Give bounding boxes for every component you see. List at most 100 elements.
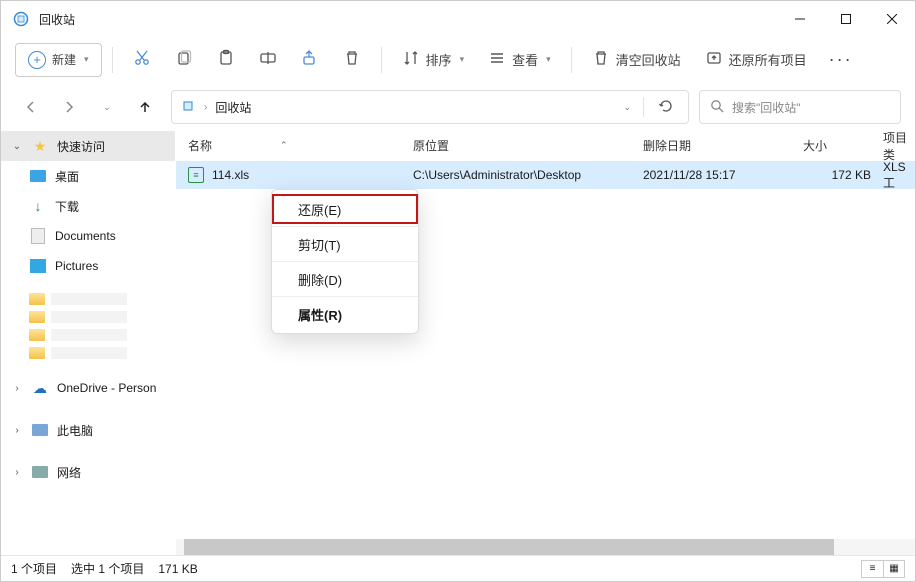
address-bar[interactable]: › 回收站 ⌄ <box>171 90 689 124</box>
breadcrumb-location[interactable]: 回收站 <box>215 99 615 116</box>
share-button[interactable] <box>291 43 329 77</box>
sidebar-pinned-item[interactable] <box>29 293 175 305</box>
overflow-button[interactable]: ··· <box>821 43 861 77</box>
rename-button[interactable] <box>249 43 287 77</box>
desktop-icon <box>29 170 47 182</box>
sort-button[interactable]: 排序 ▾ <box>392 43 475 77</box>
copy-button[interactable] <box>165 43 203 77</box>
file-size: 172 KB <box>803 168 883 182</box>
folder-icon <box>29 293 45 305</box>
collapse-icon[interactable]: ⌄ <box>11 141 23 152</box>
search-box[interactable]: 搜索"回收站" <box>699 90 901 124</box>
search-placeholder: 搜索"回收站" <box>732 99 801 116</box>
sidebar-item-this-pc[interactable]: › 此电脑 <box>1 415 175 445</box>
up-button[interactable] <box>129 91 161 123</box>
trash-icon <box>343 49 361 70</box>
sidebar-item-onedrive[interactable]: › ☁ OneDrive - Person <box>1 373 175 403</box>
folder-icon <box>29 329 45 341</box>
view-details-button[interactable]: ≡ <box>861 560 883 578</box>
sidebar-pinned-folders <box>1 293 175 359</box>
sidebar-label: Documents <box>55 229 116 243</box>
restore-icon <box>705 49 723 70</box>
restore-all-button[interactable]: 还原所有项目 <box>695 43 817 77</box>
recycle-bin-icon <box>13 11 29 27</box>
view-button[interactable]: 查看 ▾ <box>478 43 561 77</box>
paste-button[interactable] <box>207 43 245 77</box>
status-bar: 1 个项目 选中 1 个项目 171 KB ≡ ▦ <box>1 555 915 581</box>
refresh-button[interactable] <box>652 98 680 117</box>
sort-icon <box>402 49 420 70</box>
chevron-down-icon: ▾ <box>546 54 551 65</box>
sidebar-label: 此电脑 <box>57 422 93 439</box>
empty-label: 清空回收站 <box>616 50 681 69</box>
sidebar-item-network[interactable]: › 网络 <box>1 457 175 487</box>
download-icon: ↓ <box>29 198 47 214</box>
trash-icon <box>592 49 610 70</box>
back-button[interactable] <box>15 91 47 123</box>
toolbar: + 新建 ▾ 排序 ▾ 查看 ▾ 清空回收站 还原所有项目 ··· <box>1 37 915 83</box>
close-button[interactable] <box>869 1 915 37</box>
sidebar-item-documents[interactable]: Documents <box>1 221 175 251</box>
pc-icon <box>31 424 49 436</box>
breadcrumb-separator: › <box>204 102 207 113</box>
recycle-bin-icon <box>180 98 196 117</box>
delete-button[interactable] <box>333 43 371 77</box>
sidebar-item-pictures[interactable]: Pictures <box>1 251 175 281</box>
ctx-cut[interactable]: 剪切(T) <box>272 229 418 259</box>
sidebar-item-quick-access[interactable]: ⌄ ★ 快速访问 <box>1 131 175 161</box>
file-row[interactable]: ≡ 114.xls C:\Users\Administrator\Desktop… <box>176 161 915 189</box>
sidebar-pinned-item[interactable] <box>29 347 175 359</box>
sidebar-label: 桌面 <box>55 168 79 185</box>
file-orig: C:\Users\Administrator\Desktop <box>413 168 643 182</box>
column-header-date[interactable]: 删除日期 <box>643 137 803 154</box>
empty-recycle-bin-button[interactable]: 清空回收站 <box>582 43 691 77</box>
xls-icon: ≡ <box>188 167 204 183</box>
column-header-size[interactable]: 大小 <box>803 137 883 154</box>
column-header-orig[interactable]: 原位置 <box>413 137 643 154</box>
clipboard-icon <box>217 49 235 70</box>
folder-icon <box>29 311 45 323</box>
ctx-delete[interactable]: 删除(D) <box>272 264 418 294</box>
view-thumbnails-button[interactable]: ▦ <box>883 560 905 578</box>
network-icon <box>31 466 49 478</box>
context-menu: 还原(E) 剪切(T) 删除(D) 属性(R) <box>271 189 419 334</box>
copy-icon <box>175 49 193 70</box>
status-size: 171 KB <box>158 562 197 576</box>
more-icon: ··· <box>829 49 853 70</box>
folder-icon <box>29 347 45 359</box>
column-headers: 名称⌃ 原位置 删除日期 大小 项目类 <box>176 131 915 161</box>
new-label: 新建 <box>52 51 76 68</box>
chevron-down-icon[interactable]: ⌄ <box>623 102 631 113</box>
sort-label: 排序 <box>426 50 452 69</box>
expand-icon[interactable]: › <box>11 425 23 436</box>
forward-button[interactable] <box>53 91 85 123</box>
chevron-down-icon: ▾ <box>460 54 465 65</box>
file-name: 114.xls <box>212 168 249 182</box>
star-icon: ★ <box>31 138 49 155</box>
address-row: ⌄ › 回收站 ⌄ 搜索"回收站" <box>1 83 915 131</box>
maximize-button[interactable] <box>823 1 869 37</box>
new-button[interactable]: + 新建 ▾ <box>15 43 102 77</box>
sidebar-pinned-item[interactable] <box>29 329 175 341</box>
sidebar-pinned-item[interactable] <box>29 311 175 323</box>
ctx-restore[interactable]: 还原(E) <box>272 194 418 224</box>
view-label: 查看 <box>512 50 538 69</box>
column-header-name[interactable]: 名称⌃ <box>188 137 413 154</box>
recent-dropdown[interactable]: ⌄ <box>91 91 123 123</box>
cut-button[interactable] <box>123 43 161 77</box>
sidebar-item-desktop[interactable]: 桌面 <box>1 161 175 191</box>
file-type: XLS 工 <box>883 160 915 191</box>
sidebar-item-downloads[interactable]: ↓ 下载 <box>1 191 175 221</box>
horizontal-scrollbar[interactable] <box>176 539 915 555</box>
cloud-icon: ☁ <box>31 380 49 397</box>
column-header-type[interactable]: 项目类 <box>883 129 915 163</box>
ctx-properties[interactable]: 属性(R) <box>272 299 418 329</box>
window-title: 回收站 <box>39 11 777 28</box>
status-item-count: 1 个项目 <box>11 560 57 577</box>
sidebar-label: 网络 <box>57 464 81 481</box>
plus-icon: + <box>28 51 46 69</box>
minimize-button[interactable] <box>777 1 823 37</box>
expand-icon[interactable]: › <box>11 383 23 394</box>
expand-icon[interactable]: › <box>11 467 23 478</box>
sidebar-label: OneDrive - Person <box>57 381 156 395</box>
